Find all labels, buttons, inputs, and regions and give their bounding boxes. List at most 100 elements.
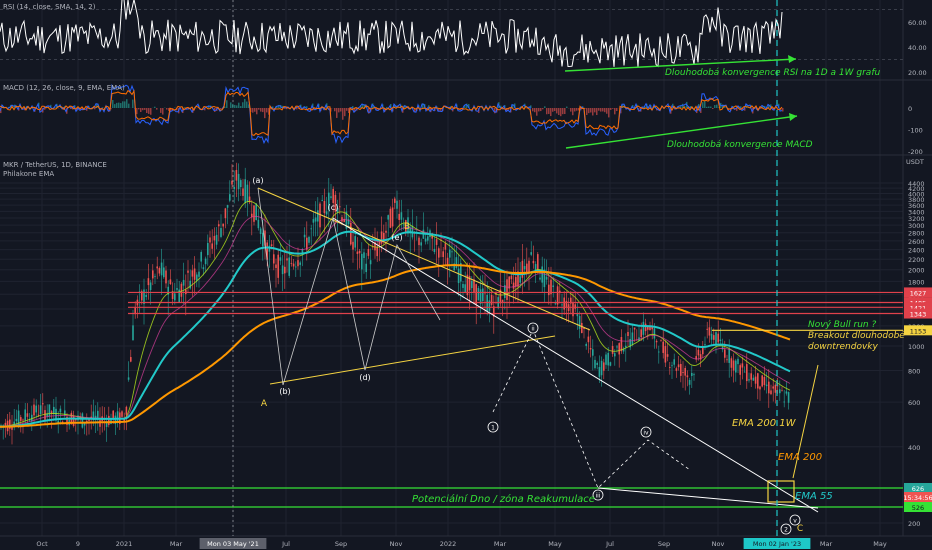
macd-histogram-bar <box>710 106 712 108</box>
candle-body <box>323 200 326 214</box>
candle-body <box>438 248 440 258</box>
rsi-arrow-head <box>788 55 796 63</box>
candle-body <box>697 349 700 356</box>
macd-histogram-bar <box>586 108 588 115</box>
candle-body <box>303 234 306 238</box>
macd-histogram-bar <box>550 108 552 117</box>
candle-body <box>424 238 427 242</box>
candle-body <box>666 354 669 357</box>
macd-histogram-bar <box>712 108 714 110</box>
candle-body <box>627 331 629 336</box>
candle-body <box>501 299 504 303</box>
candle-body <box>451 251 453 253</box>
candle-body <box>363 252 365 259</box>
candle-body <box>653 328 656 339</box>
candle-body <box>490 294 493 305</box>
time-tick-5: Jul <box>281 540 290 548</box>
price-legend: MKR / TetherUS, 1D, BINANCE <box>3 161 107 169</box>
wave-label-b: (b) <box>279 387 290 396</box>
macd-histogram-bar <box>238 102 240 108</box>
candle-body <box>48 404 51 417</box>
accumulation-zone-label: Potenciální Dno / zóna Reakumulace <box>412 494 595 505</box>
candle-body <box>233 186 235 190</box>
macd-histogram-bar <box>334 108 336 112</box>
wave-label-A: A <box>261 399 268 409</box>
candle-body <box>596 362 598 365</box>
time-tick-13: Nov <box>712 540 725 548</box>
macd-histogram-bar <box>536 108 538 116</box>
macd-histogram-bar <box>560 108 562 117</box>
candle-body <box>237 173 240 190</box>
candle-body <box>675 368 678 371</box>
candle-body <box>677 364 680 368</box>
candle-body <box>449 249 451 258</box>
candle-body <box>240 180 242 188</box>
macd-histogram-bar <box>564 108 566 115</box>
candle-body <box>253 205 255 222</box>
wave-label-2: 2 <box>784 527 788 534</box>
macd-histogram-bar <box>150 108 152 115</box>
macd-histogram-bar <box>122 101 124 108</box>
candle-body <box>750 373 752 380</box>
candle-body <box>787 392 790 403</box>
chart-canvas[interactable]: (a) (b) (c) (d) (e) A B Cii 1 iii iv v2 60.00 40.00 20… <box>0 0 932 550</box>
candle-body <box>42 403 44 405</box>
macd-histogram-bar <box>246 101 248 108</box>
candle-body <box>530 252 532 255</box>
macd-histogram-bar <box>566 106 568 108</box>
candle-body <box>387 215 389 220</box>
candle-body <box>196 274 198 281</box>
candle-body <box>708 327 711 336</box>
macd-histogram-bar <box>544 106 546 108</box>
macd-histogram-bar <box>606 108 608 114</box>
candle-body <box>284 266 286 274</box>
candle-body <box>515 277 517 287</box>
wave-label-1: 1 <box>491 425 495 432</box>
macd-histogram-bar <box>344 108 346 117</box>
macd-histogram-bar <box>714 105 716 108</box>
time-tick-9: Mar <box>494 540 507 548</box>
time-tick-14: Mon 02 Jan '23 <box>753 540 801 548</box>
white-lower-line <box>597 487 819 509</box>
candle-body <box>169 279 172 285</box>
candle-body <box>299 262 301 265</box>
candle-body <box>277 254 279 278</box>
candle-body <box>235 169 238 181</box>
tag-countdown: 15:34:56 <box>903 494 932 502</box>
wave-label-a: (a) <box>252 176 263 185</box>
candle-body <box>680 363 682 376</box>
candle-body <box>537 254 539 271</box>
macd-histogram-bar <box>534 108 536 113</box>
candle-body <box>83 423 86 426</box>
wave-label-iv: iv <box>643 430 649 437</box>
macd-histogram-bar <box>156 108 158 110</box>
candle-body <box>574 304 576 309</box>
candle-body <box>400 212 403 220</box>
macd-histogram-bar <box>226 100 228 108</box>
price-tick-13: 1800 <box>908 278 925 286</box>
candle-body <box>189 280 191 289</box>
macd-histogram-bar <box>184 107 186 108</box>
macd-histogram-bar <box>610 108 612 110</box>
candle-body <box>369 260 372 265</box>
candle-body <box>356 251 359 254</box>
price-tick-20: 400 <box>908 444 920 452</box>
candle-body <box>257 219 260 229</box>
candle-body <box>220 228 222 237</box>
macd-histogram-bar <box>146 108 148 114</box>
candle-body <box>160 262 163 276</box>
candle-body <box>295 266 297 268</box>
candle-body <box>748 379 750 381</box>
candle-body <box>603 362 605 371</box>
candle-body <box>193 268 196 280</box>
candle-body <box>763 376 766 386</box>
wave-label-v: v <box>793 518 797 525</box>
candle-body <box>259 228 262 234</box>
time-tick-0: Oct <box>36 540 48 548</box>
macd-histogram-bar <box>340 108 342 112</box>
candle-body <box>288 257 290 276</box>
candle-body <box>321 200 323 201</box>
candle-body <box>213 235 216 241</box>
macd-histogram-bar <box>220 108 222 110</box>
macd-tick-0: 0 <box>908 105 912 113</box>
